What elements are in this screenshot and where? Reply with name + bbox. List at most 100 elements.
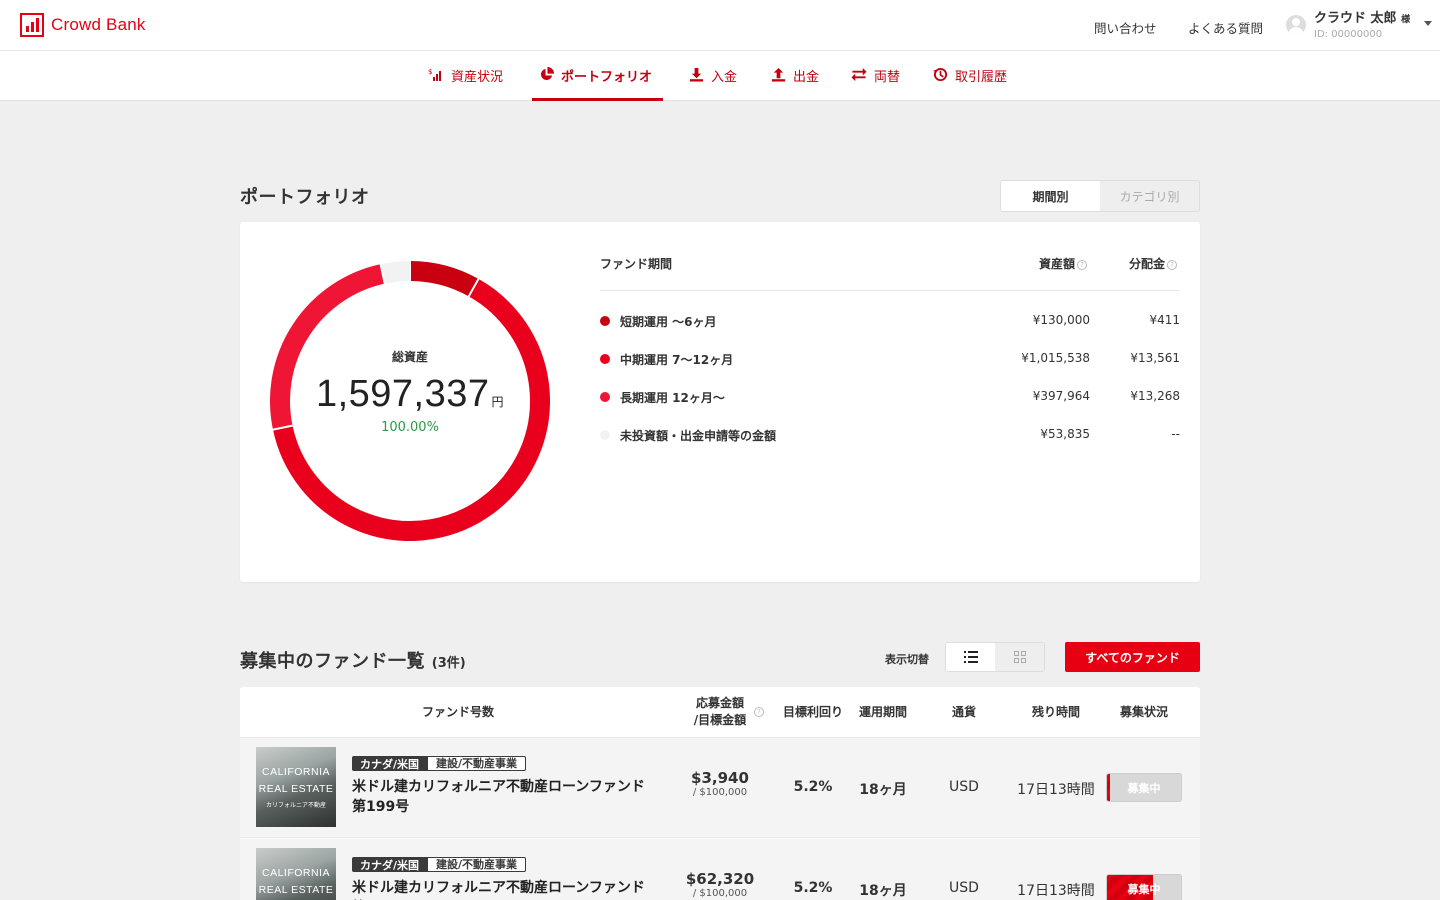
- header-distribution-label: 分配金: [1129, 257, 1166, 271]
- list-icon: [963, 651, 978, 663]
- portfolio-row: 未投資額・出金申請等の金額 ¥53,835 --: [600, 427, 1180, 443]
- toggle-by-period[interactable]: 期間別: [1001, 181, 1100, 211]
- fund-table: ファンド号数 応募金額 /目標金額 ? 目標利回り 運用期間 通貨 残り時間 募…: [240, 687, 1200, 900]
- target-amount: / $100,000: [692, 888, 748, 899]
- nav-item-portfolio[interactable]: ポートフォリオ: [532, 51, 663, 101]
- row-amount: ¥397,964: [1032, 389, 1090, 403]
- portfolio-view-toggle: 期間別 カテゴリ別: [1000, 180, 1200, 212]
- header-asset-amount: 資産額?: [1039, 255, 1088, 272]
- fund-name[interactable]: 米ドル建カリフォルニア不動産ローンファンド第200号: [352, 878, 652, 900]
- legend-dot: [600, 316, 610, 326]
- status-text: 募集中: [1127, 882, 1161, 896]
- target-amount: / $100,000: [692, 787, 748, 798]
- col-currency: 通貨: [951, 705, 976, 719]
- total-percent: 100.00%: [381, 420, 439, 435]
- fund-row[interactable]: CALIFORNIA REAL ESTATE カナダ/米国 建設/不動産事業 米…: [240, 839, 1200, 900]
- fund-remaining: 17日13時間: [1017, 782, 1095, 798]
- row-distribution: --: [1171, 427, 1180, 441]
- help-icon[interactable]: ?: [754, 707, 764, 717]
- row-name: 未投資額・出金申請等の金額: [620, 429, 777, 443]
- user-suffix: 様: [1401, 15, 1411, 25]
- col-amount: 応募金額 /目標金額: [680, 695, 760, 729]
- fund-tags: カナダ/米国 建設/不動産事業: [352, 857, 527, 872]
- col-remaining: 残り時間: [1031, 705, 1080, 719]
- header-fund-period: ファンド期間: [600, 257, 673, 271]
- history-icon: [932, 67, 948, 85]
- row-name: 中期運用 7〜12ヶ月: [620, 353, 734, 367]
- total-amount: 1,597,337: [315, 373, 490, 415]
- view-switch: [945, 642, 1045, 672]
- fund-amount: $62,320 / $100,000: [680, 870, 760, 899]
- donut-segment: [409, 261, 479, 297]
- download-icon: [688, 67, 704, 85]
- user-name-line: クラウド 太郎 様: [1314, 11, 1410, 28]
- nav-item-assets[interactable]: $ 資産状況: [428, 51, 503, 100]
- fund-table-header: ファンド号数 応募金額 /目標金額 ? 目標利回り 運用期間 通貨 残り時間 募…: [240, 687, 1200, 738]
- portfolio-row: 長期運用 12ヶ月〜 ¥397,964 ¥13,268: [600, 389, 1180, 405]
- donut-center: 総資産 1,597,337 円 100.00%: [270, 348, 550, 435]
- nav-item-exchange[interactable]: 両替: [851, 51, 900, 100]
- row-name: 長期運用 12ヶ月〜: [620, 391, 725, 405]
- contact-link[interactable]: 問い合わせ: [1094, 18, 1157, 37]
- fund-period: 18ヶ月: [859, 883, 907, 899]
- total-amount-line: 1,597,337 円: [270, 373, 550, 416]
- category-tag: 建設/不動産事業: [427, 857, 527, 872]
- fund-remaining: 17日13時間: [1017, 883, 1095, 899]
- upload-icon: [770, 67, 786, 85]
- col-yield: 目標利回り: [782, 705, 843, 719]
- row-amount: ¥130,000: [1032, 313, 1090, 327]
- fund-yield: 5.2%: [793, 880, 833, 896]
- total-unit: 円: [491, 395, 505, 409]
- nav-item-deposit[interactable]: 入金: [688, 51, 737, 100]
- header-asset-amount-label: 資産額: [1039, 257, 1076, 271]
- thumbnail-text: REAL ESTATE: [258, 884, 334, 896]
- col-status: 募集状況: [1119, 705, 1168, 719]
- raised-amount: $62,320: [685, 870, 755, 888]
- list-view-button[interactable]: [946, 643, 995, 671]
- col-fund-name: ファンド号数: [421, 705, 494, 719]
- pie-chart-icon: [538, 66, 554, 85]
- view-switch-label: 表示切替: [885, 653, 929, 666]
- fund-name[interactable]: 米ドル建カリフォルニア不動産ローンファンド第199号: [352, 777, 652, 817]
- help-icon[interactable]: ?: [1167, 260, 1178, 270]
- status-badge: 募集中: [1106, 874, 1182, 900]
- col-period: 運用期間: [858, 705, 907, 719]
- svg-text:$: $: [428, 68, 432, 76]
- chart-icon: $: [428, 67, 444, 85]
- faq-link[interactable]: よくある質問: [1188, 18, 1263, 37]
- logo-mark-icon: [20, 13, 44, 37]
- nav-item-history[interactable]: 取引履歴: [932, 51, 1007, 100]
- logo[interactable]: Crowd Bank: [20, 13, 146, 37]
- category-tag: 建設/不動産事業: [427, 756, 527, 771]
- toggle-by-category[interactable]: カテゴリ別: [1100, 181, 1199, 211]
- status-text: 募集中: [1127, 781, 1161, 795]
- thumbnail-text: CALIFORNIA: [261, 766, 330, 778]
- region-tag: カナダ/米国: [352, 857, 428, 872]
- all-funds-button[interactable]: すべてのファンド: [1065, 642, 1200, 672]
- grid-view-button[interactable]: [995, 643, 1044, 671]
- avatar-icon: [1286, 15, 1306, 35]
- nav-label: 出金: [793, 70, 820, 85]
- help-icon[interactable]: ?: [1077, 260, 1088, 270]
- row-distribution: ¥13,561: [1130, 351, 1180, 365]
- user-id: ID: 00000000: [1314, 29, 1383, 40]
- logo-text: Crowd Bank: [51, 15, 146, 34]
- nav-item-withdraw[interactable]: 出金: [770, 51, 819, 100]
- fund-tags: カナダ/米国 建設/不動産事業: [352, 756, 527, 771]
- fund-amount: $3,940 / $100,000: [680, 769, 760, 798]
- header-distribution: 分配金?: [1129, 255, 1178, 272]
- col-amount-line1: 応募金額: [695, 696, 744, 710]
- row-amount: ¥53,835: [1040, 427, 1090, 441]
- caret-down-icon: [1424, 21, 1432, 26]
- col-amount-line2: /目標金額: [693, 713, 747, 727]
- thumbnail-subtext: カリフォルニア不動産: [265, 802, 326, 809]
- row-name: 短期運用 〜6ヶ月: [620, 315, 717, 329]
- fund-row[interactable]: CALIFORNIA REAL ESTATE カリフォルニア不動産 カナダ/米国…: [240, 738, 1200, 838]
- nav-label: 取引履歴: [955, 70, 1008, 85]
- main-nav: $ 資産状況 ポートフォリオ 入金 出金 両替 取引履歴: [0, 51, 1440, 101]
- portfolio-row: 中期運用 7〜12ヶ月 ¥1,015,538 ¥13,561: [600, 351, 1180, 367]
- legend-dot: [600, 392, 610, 402]
- nav-label: 入金: [711, 70, 738, 85]
- fund-thumbnail: CALIFORNIA REAL ESTATE: [256, 848, 336, 900]
- user-menu[interactable]: クラウド 太郎 様 ID: 00000000: [1286, 11, 1432, 41]
